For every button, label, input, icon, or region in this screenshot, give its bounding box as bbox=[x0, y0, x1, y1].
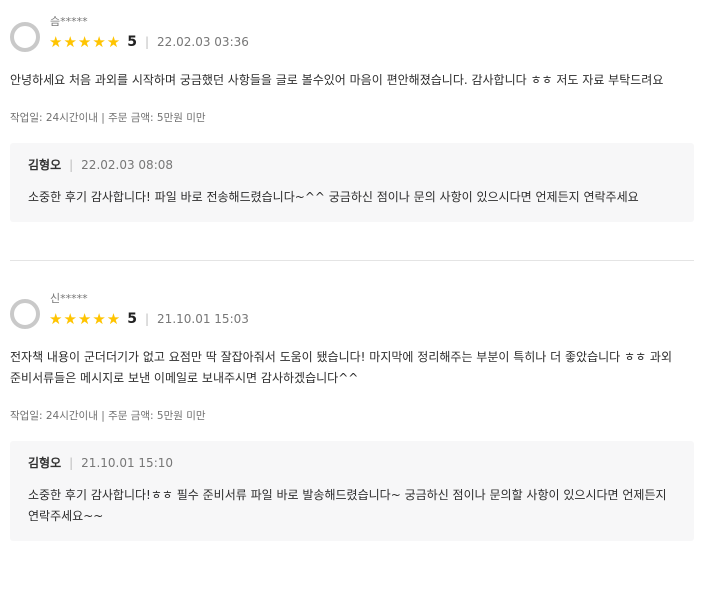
star-rating-icon: ★★★★★ bbox=[49, 310, 122, 328]
star-rating-icon: ★★★★★ bbox=[49, 33, 122, 51]
reply-date: 22.02.03 08:08 bbox=[81, 158, 174, 172]
rating-score: 5 bbox=[127, 34, 137, 50]
seller-reply: 김형오 | 21.10.01 15:10 소중한 후기 감사합니다!ㅎㅎ 필수 … bbox=[10, 441, 694, 541]
review-meta: 신***** ★★★★★ 5 | 21.10.01 15:03 bbox=[49, 277, 249, 328]
review-item: 슴***** ★★★★★ 5 | 22.02.03 03:36 안녕하세요 처음… bbox=[10, 0, 694, 222]
reply-text: 소중한 후기 감사합니다!ㅎㅎ 필수 준비서류 파일 바로 발송해드렸습니다~ … bbox=[28, 488, 667, 523]
review-meta: 슴***** ★★★★★ 5 | 22.02.03 03:36 bbox=[49, 0, 249, 51]
review-content: 안녕하세요 처음 과외를 시작하며 궁금했던 사항들을 글로 볼수있어 마음이 … bbox=[10, 73, 664, 87]
review-date: 22.02.03 03:36 bbox=[157, 35, 249, 49]
reply-header: 김형오 | 22.02.03 08:08 bbox=[28, 156, 676, 174]
review-separator bbox=[10, 260, 694, 261]
reply-header: 김형오 | 21.10.01 15:10 bbox=[28, 454, 676, 472]
reply-divider: | bbox=[69, 158, 74, 172]
reply-divider: | bbox=[69, 456, 74, 470]
review-header: 슴***** ★★★★★ 5 | 22.02.03 03:36 bbox=[10, 0, 694, 54]
avatar bbox=[10, 22, 40, 52]
avatar bbox=[10, 299, 40, 329]
reviewer-name: 신***** bbox=[50, 292, 88, 305]
rating-line: ★★★★★ 5 | 21.10.01 15:03 bbox=[49, 310, 249, 328]
rating-line: ★★★★★ 5 | 22.02.03 03:36 bbox=[49, 33, 249, 51]
review-item: 신***** ★★★★★ 5 | 21.10.01 15:03 전자책 내용이 … bbox=[10, 277, 694, 541]
meta-divider: | bbox=[145, 35, 150, 49]
reply-text: 소중한 후기 감사합니다! 파일 바로 전송해드렸습니다~^^ 궁금하신 점이나… bbox=[28, 190, 639, 204]
reply-author: 김형오 bbox=[28, 456, 62, 470]
seller-reply: 김형오 | 22.02.03 08:08 소중한 후기 감사합니다! 파일 바로… bbox=[10, 143, 694, 222]
work-info: 작업일: 24시간이내 | 주문 금액: 5만원 미만 bbox=[10, 112, 206, 124]
review-date: 21.10.01 15:03 bbox=[157, 312, 249, 326]
review-header: 신***** ★★★★★ 5 | 21.10.01 15:03 bbox=[10, 277, 694, 331]
reviewer-name: 슴***** bbox=[50, 15, 88, 28]
review-list: 슴***** ★★★★★ 5 | 22.02.03 03:36 안녕하세요 처음… bbox=[0, 0, 720, 605]
work-info: 작업일: 24시간이내 | 주문 금액: 5만원 미만 bbox=[10, 410, 206, 422]
reply-date: 21.10.01 15:10 bbox=[81, 456, 174, 470]
reply-author: 김형오 bbox=[28, 158, 62, 172]
meta-divider: | bbox=[145, 312, 150, 326]
review-content: 전자책 내용이 군더더기가 없고 요점만 딱 잘잡아줘서 도움이 됐습니다! 마… bbox=[10, 350, 673, 385]
rating-score: 5 bbox=[127, 311, 137, 327]
